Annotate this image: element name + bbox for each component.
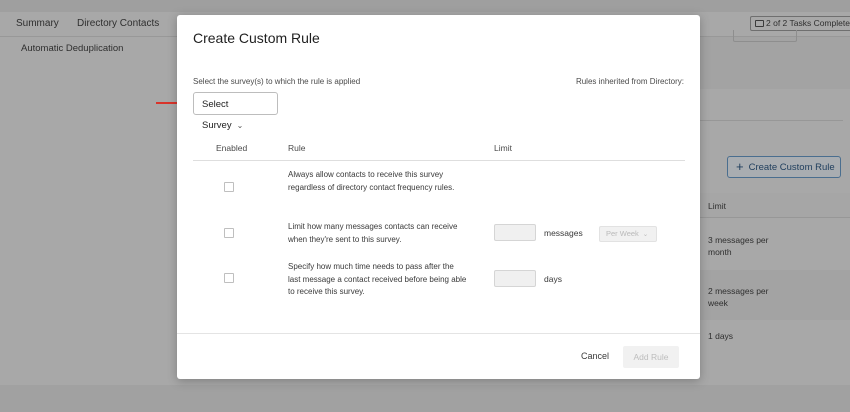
tab-directory-contacts[interactable]: Directory Contacts (77, 18, 159, 29)
chevron-down-icon: ⌄ (642, 231, 649, 238)
background-panel (700, 37, 850, 89)
rule-column-header: Rule (288, 143, 306, 153)
enabled-column-header: Enabled (216, 143, 248, 153)
dialog-footer-divider (177, 333, 700, 334)
bottom-band (0, 385, 850, 412)
select-survey-dropdown[interactable]: Select Survey ⌄ (193, 92, 278, 131)
tasks-label: 2 of 2 Tasks Complete (766, 18, 850, 28)
tab-summary[interactable]: Summary (16, 18, 59, 29)
briefcase-icon (755, 20, 764, 27)
days-unit-label: days (544, 274, 562, 284)
limit-column-header: Limit (708, 201, 726, 211)
create-custom-rule-button[interactable]: + Create Custom Rule (727, 156, 841, 178)
limit-cell: 1 days (708, 331, 734, 341)
select-survey-label: Select Survey (202, 99, 232, 131)
rule-1-enabled-checkbox[interactable] (224, 182, 234, 192)
inherited-rules-label: Rules inherited from Directory: (575, 77, 684, 86)
rule-2-text: Limit how many messages contacts can rec… (288, 222, 458, 244)
subnav-automatic-deduplication[interactable]: Automatic Deduplication (21, 43, 123, 54)
dialog-title: Create Custom Rule (193, 30, 320, 46)
rule-2-enabled-checkbox[interactable] (224, 228, 234, 238)
create-custom-rule-dialog: Create Custom Rule Select the survey(s) … (177, 15, 700, 379)
background-button[interactable] (733, 30, 797, 42)
top-band (0, 0, 850, 12)
plus-icon: + (736, 159, 744, 174)
table-header-divider (193, 160, 685, 161)
divider (700, 120, 843, 121)
cancel-button[interactable]: Cancel (581, 351, 609, 361)
survey-select-label: Select the survey(s) to which the rule i… (193, 77, 361, 86)
limit-cell: 2 messages per week (708, 286, 769, 308)
period-label: Per Week (606, 229, 639, 238)
days-limit-input[interactable] (494, 270, 536, 287)
period-dropdown[interactable]: Per Week ⌄ (599, 226, 657, 242)
tasks-complete-button[interactable]: 2 of 2 Tasks Complete (750, 16, 850, 31)
create-custom-rule-label: Create Custom Rule (748, 162, 835, 173)
rule-3-enabled-checkbox[interactable] (224, 273, 234, 283)
rule-1-text: Always allow contacts to receive this su… (288, 170, 455, 192)
chevron-down-icon: ⌄ (236, 121, 244, 130)
limit-cell: 3 messages per month (708, 235, 769, 257)
rule-3-text: Specify how much time needs to pass afte… (288, 262, 467, 296)
messages-unit-label: messages (544, 228, 583, 238)
add-rule-button[interactable]: Add Rule (623, 346, 679, 368)
limit-column-header: Limit (494, 143, 512, 153)
messages-limit-input[interactable] (494, 224, 536, 241)
